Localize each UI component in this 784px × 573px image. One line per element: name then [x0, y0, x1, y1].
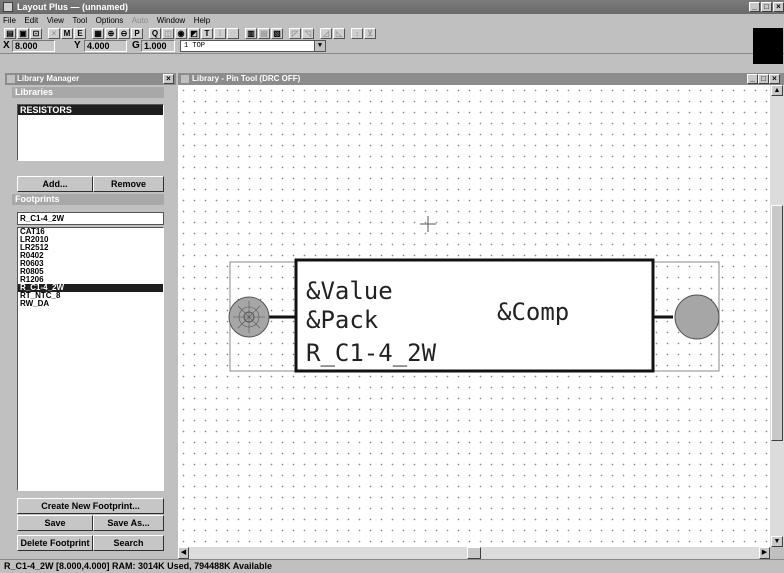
left-pad[interactable] — [228, 296, 270, 338]
grid-value: 1.000 — [141, 40, 175, 52]
scroll-down-icon[interactable]: ▼ — [771, 536, 783, 547]
zoom-out-icon[interactable]: ⊖ — [118, 28, 130, 39]
remove-button[interactable]: Remove — [93, 176, 164, 192]
y-coordinate: 4.000 — [84, 40, 127, 52]
save-icon[interactable]: ▣ — [17, 28, 29, 39]
search-button[interactable]: Search — [93, 535, 164, 551]
scroll-left-icon[interactable]: ◀ — [178, 547, 189, 559]
save-button[interactable]: Save — [17, 515, 93, 531]
library-window-minimize-icon[interactable]: _ — [747, 74, 758, 84]
library-manager-close-icon[interactable]: × — [163, 74, 174, 84]
query-icon[interactable]: Q — [149, 28, 161, 39]
delete-icon[interactable]: × — [48, 28, 60, 39]
menu-help[interactable]: Help — [191, 14, 213, 27]
close-icon[interactable]: × — [773, 2, 784, 12]
horizontal-scrollbar[interactable]: ◀ ▶ — [178, 547, 770, 559]
autoroute-icon[interactable]: ◿ — [320, 28, 332, 39]
open-icon[interactable]: ▤ — [4, 28, 16, 39]
x-coordinate: 8.000 — [12, 40, 55, 52]
edit-icon[interactable]: E — [74, 28, 86, 39]
spreadsheet-icon[interactable]: ▦ — [92, 28, 104, 39]
pad-icon[interactable]: ◉ — [175, 28, 187, 39]
reconnect-icon[interactable]: ◺ — [333, 28, 345, 39]
right-pad[interactable] — [674, 294, 720, 340]
x-label: X — [3, 40, 10, 51]
footprints-list[interactable]: CAT16 LR2010 LR2512 R0402 R0603 R0805 R1206 R_C… — [17, 227, 164, 491]
libraries-list[interactable]: RESISTORS — [17, 104, 164, 161]
menu-window[interactable]: Window — [154, 14, 188, 27]
text-icon[interactable]: T — [201, 28, 213, 39]
library-window-icon — [181, 75, 189, 83]
g-label: G — [132, 40, 140, 51]
app-title: Layout Plus — (unnamed) — [17, 2, 129, 12]
pack-text[interactable]: &Pack — [306, 306, 379, 334]
save-as-button[interactable]: Save As... — [93, 515, 164, 531]
library-manager-title-bar: Library Manager × — [5, 73, 176, 85]
horizontal-scroll-thumb[interactable] — [467, 547, 481, 559]
library-window-maximize-icon[interactable]: □ — [758, 74, 769, 84]
y-label: Y — [74, 40, 81, 51]
error-icon[interactable]: ◌ — [227, 28, 239, 39]
menu-options[interactable]: Options — [93, 14, 127, 27]
layer-color-swatch[interactable] — [753, 28, 783, 64]
library-manager-title: Library Manager — [17, 74, 80, 83]
vertical-scrollbar[interactable]: ▲ ▼ — [770, 85, 784, 547]
scroll-up-icon[interactable]: ▲ — [771, 85, 783, 96]
footprint-filter-input[interactable]: R_C1-4_2W — [17, 212, 164, 225]
connect-icon[interactable]: ⁞ — [214, 28, 226, 39]
zoom-all-icon[interactable]: P — [131, 28, 143, 39]
comp-text[interactable]: &Comp — [497, 298, 569, 326]
libraries-header: Libraries — [12, 87, 164, 98]
footprint-list-item[interactable]: RW_DA — [18, 300, 163, 308]
coordinate-bar: X 8.000 Y 4.000 G 1.000 — [0, 40, 175, 53]
zoom-in-icon[interactable]: ⊕ — [105, 28, 117, 39]
library-window-title-bar: Library - Pin Tool (DRC OFF) _ □ × — [178, 73, 784, 85]
menu-edit[interactable]: Edit — [21, 14, 41, 27]
design-canvas[interactable]: &Value &Pack R_C1-4_2W &Comp — [178, 85, 770, 547]
footprint-name-text[interactable]: R_C1-4_2W — [306, 339, 437, 367]
obstacle-icon[interactable]: ◩ — [188, 28, 200, 39]
find-icon[interactable]: M — [61, 28, 73, 39]
maximize-icon[interactable]: □ — [761, 2, 772, 12]
library-window-close-icon[interactable]: × — [769, 74, 780, 84]
strategy-icon[interactable]: ⊻ — [364, 28, 376, 39]
route-icon[interactable]: ▥ — [245, 28, 257, 39]
design-rules-icon[interactable]: ↕ — [351, 28, 363, 39]
shove-icon[interactable]: ▤ — [258, 28, 270, 39]
menu-auto[interactable]: Auto — [129, 14, 151, 27]
minimize-icon[interactable]: _ — [749, 2, 760, 12]
menu-view[interactable]: View — [44, 14, 67, 27]
menu-bar: File Edit View Tool Options Auto Window … — [0, 14, 784, 27]
add-button[interactable]: Add... — [17, 176, 93, 192]
value-text[interactable]: &Value — [306, 277, 393, 305]
refresh-icon[interactable]: ◹ — [302, 28, 314, 39]
status-bar: R_C1-4_2W [8.000,4.000] RAM: 3014K Used,… — [0, 559, 784, 572]
app-icon — [3, 2, 13, 12]
chevron-down-icon[interactable]: ▼ — [314, 41, 325, 51]
library-window-title: Library - Pin Tool (DRC OFF) — [192, 74, 301, 83]
cursor-crosshair-icon — [420, 216, 436, 232]
menu-tool[interactable]: Tool — [69, 14, 90, 27]
menu-file[interactable]: File — [0, 14, 19, 27]
layer-select-value: 1 TOP — [184, 42, 206, 50]
scroll-right-icon[interactable]: ▶ — [759, 547, 770, 559]
library-item[interactable]: RESISTORS — [18, 105, 163, 115]
delete-footprint-button[interactable]: Delete Footprint — [17, 535, 93, 551]
edit-segment-icon[interactable]: ▧ — [271, 28, 283, 39]
app-title-bar: Layout Plus — (unnamed) _ □ × — [0, 0, 784, 14]
footprint-drawing: &Value &Pack R_C1-4_2W &Comp — [228, 216, 720, 373]
vertical-scroll-thumb[interactable] — [771, 205, 783, 441]
add-track-icon[interactable]: ◸ — [289, 28, 301, 39]
layer-select[interactable]: 1 TOP ▼ — [180, 40, 326, 52]
library-manager-icon — [7, 75, 15, 83]
pin-icon[interactable]: ◫ — [162, 28, 174, 39]
print-icon[interactable]: ⊡ — [30, 28, 42, 39]
create-footprint-button[interactable]: Create New Footprint... — [17, 498, 164, 514]
footprints-header: Footprints — [12, 194, 164, 205]
